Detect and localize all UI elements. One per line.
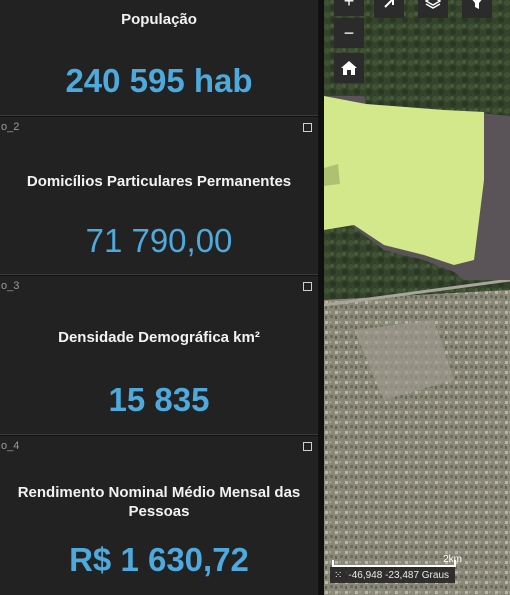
layers-icon bbox=[425, 0, 441, 9]
card-value: 15 835 bbox=[108, 381, 210, 418]
compass-button[interactable] bbox=[374, 0, 404, 18]
filter-icon bbox=[472, 0, 482, 9]
card-id: o_3 bbox=[1, 280, 20, 292]
coordinate-text: -46,948 -23,487 Graus bbox=[348, 569, 450, 581]
card-populacao: População 240 595 hab bbox=[0, 0, 318, 116]
card-value: 71 790,00 bbox=[85, 222, 233, 259]
maximize-icon[interactable] bbox=[303, 282, 312, 291]
scale-label: 2km bbox=[443, 554, 462, 565]
compass-icon bbox=[384, 0, 394, 8]
zoom-out-button[interactable]: − bbox=[334, 18, 364, 48]
card-id: o_4 bbox=[1, 440, 20, 452]
card-value: 240 595 hab bbox=[65, 62, 253, 99]
card-densidade: o_3 Densidade Demográfica km² 15 835 bbox=[0, 276, 318, 435]
card-title: Densidade Demográfica km² bbox=[58, 329, 260, 346]
card-title: Rendimento Nominal Médio Mensal das Pess… bbox=[17, 484, 301, 520]
zoom-in-button[interactable]: + bbox=[334, 0, 364, 16]
scale-bar: 2km bbox=[332, 554, 462, 567]
widget-panel: População 240 595 hab o_2 Domicílios Par… bbox=[0, 0, 319, 595]
card-title: Domicílios Particulares Permanentes bbox=[26, 173, 292, 190]
maximize-icon[interactable] bbox=[303, 442, 312, 451]
map-view[interactable]: + − 2km ⁙ -46,948 -23,487 Graus bbox=[324, 0, 510, 595]
card-value: R$ 1 630,72 bbox=[69, 541, 249, 578]
layers-button[interactable] bbox=[418, 0, 448, 18]
satellite-imagery bbox=[324, 0, 510, 595]
home-icon bbox=[341, 61, 357, 75]
crosshair-icon: ⁙ bbox=[334, 569, 343, 581]
maximize-icon[interactable] bbox=[303, 123, 312, 132]
card-id: o_2 bbox=[1, 121, 20, 133]
filter-button[interactable] bbox=[462, 0, 492, 18]
card-title: População bbox=[121, 11, 197, 28]
coordinate-readout[interactable]: ⁙ -46,948 -23,487 Graus bbox=[330, 567, 456, 583]
home-button[interactable] bbox=[334, 53, 364, 83]
card-rendimento: o_4 Rendimento Nominal Médio Mensal das … bbox=[0, 436, 318, 595]
card-domicilios: o_2 Domicílios Particulares Permanentes … bbox=[0, 117, 318, 275]
